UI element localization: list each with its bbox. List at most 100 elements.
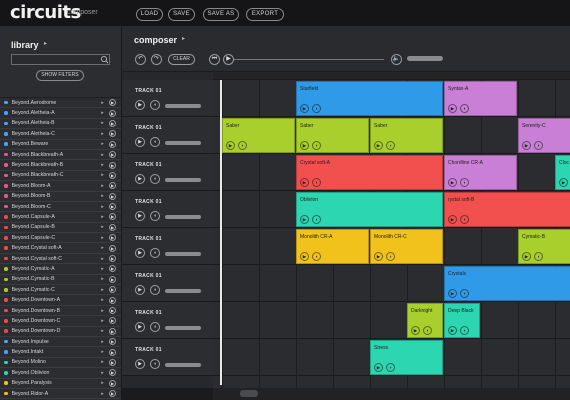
sequence-clip[interactable]: Crystals ▶ ◖ <box>444 266 570 301</box>
expand-icon[interactable]: ▸ <box>100 380 105 386</box>
timeline-ruler[interactable] <box>213 72 570 80</box>
expand-icon[interactable]: ▸ <box>100 224 105 230</box>
sequence-clip[interactable]: Saber ▶ ◖ <box>370 118 443 153</box>
sequence-clip[interactable]: Serenity-C ▶ ◖ <box>518 118 570 153</box>
play-icon[interactable]: ▶ <box>109 317 116 325</box>
clip-play-icon[interactable]: ▶ <box>448 104 457 113</box>
timeline-scrubber[interactable] <box>234 59 384 60</box>
play-icon[interactable]: ▶ <box>109 265 116 273</box>
clip-play-icon[interactable]: ▶ <box>522 252 531 261</box>
sequence-clip[interactable]: rystal soft-B ▶ ◖ <box>444 192 570 227</box>
expand-icon[interactable]: ▸ <box>100 318 105 324</box>
play-icon[interactable]: ▶ <box>109 286 116 294</box>
track-play-icon[interactable]: ▶ <box>135 359 145 369</box>
library-item[interactable]: Beyond.Bloom-A ▸ ▶ <box>0 181 121 192</box>
expand-icon[interactable]: ▸ <box>100 256 105 262</box>
sequence-clip[interactable]: Oblivion ▶ ◖ <box>296 192 443 227</box>
track-play-icon[interactable]: ▶ <box>135 174 145 184</box>
play-icon[interactable]: ▶ <box>109 275 116 283</box>
clip-play-icon[interactable]: ▶ <box>300 252 309 261</box>
horizontal-scrollbar[interactable] <box>213 388 570 400</box>
play-icon[interactable]: ▶ <box>109 307 116 314</box>
expand-icon[interactable]: ▸ <box>100 370 105 376</box>
library-item[interactable]: Beyond.Molino ▸ ▶ <box>0 358 121 369</box>
clip-volume-icon[interactable]: ◖ <box>460 326 469 335</box>
expand-icon[interactable]: ▸ <box>100 110 105 116</box>
clip-play-icon[interactable]: ▶ <box>448 289 457 298</box>
volume-icon[interactable]: 🔈 <box>391 54 402 65</box>
play-icon[interactable]: ▶ <box>109 223 116 231</box>
clip-play-icon[interactable]: ▶ <box>300 141 309 150</box>
master-volume-slider[interactable] <box>407 56 443 61</box>
expand-icon[interactable]: ▸ <box>100 183 105 189</box>
library-item[interactable]: Beyond.Aletheia-B ▸ ▶ <box>0 119 121 130</box>
library-item[interactable]: Beyond.Downtown-B ▸ ▶ <box>0 306 121 317</box>
redo-icon[interactable]: ↷ <box>151 54 162 65</box>
expand-icon[interactable]: ▸ <box>100 172 105 178</box>
clip-volume-icon[interactable]: ◖ <box>460 289 469 298</box>
clip-volume-icon[interactable]: ◖ <box>386 252 395 261</box>
play-icon[interactable]: ▶ <box>109 244 116 252</box>
library-item[interactable]: Beyond.Downtown-C ▸ ▶ <box>0 316 121 327</box>
play-icon[interactable]: ▶ <box>109 99 116 107</box>
library-item[interactable]: Beyond.Blackbreath-A ▸ ▶ <box>0 150 121 161</box>
expand-icon[interactable]: ▸ <box>100 141 105 147</box>
library-item[interactable]: Beyond.Blackbreath-B ▸ ▶ <box>0 160 121 171</box>
expand-icon[interactable]: ▸ <box>100 297 105 303</box>
sequence-clip[interactable]: Crystal soft-A ▶ ◖ <box>296 155 443 190</box>
expand-icon[interactable]: ▸ <box>100 308 105 314</box>
track-volume-icon[interactable]: ◖ <box>150 100 160 110</box>
clip-volume-icon[interactable]: ◖ <box>534 141 543 150</box>
clip-play-icon[interactable]: ▶ <box>300 104 309 113</box>
play-icon[interactable]: ▶ <box>109 348 116 356</box>
track-volume-slider[interactable] <box>165 289 201 293</box>
sequence-clip[interactable]: Chordline CR-A ▶ ◖ <box>444 155 517 190</box>
undo-icon[interactable]: ↶ <box>135 54 146 65</box>
library-item[interactable]: Beyond.Aletheia-A ▸ ▶ <box>0 108 121 119</box>
sequence-clip[interactable]: Deep Black ▶ ◖ <box>444 303 480 338</box>
expand-icon[interactable]: ▸ <box>100 266 105 272</box>
track-volume-slider[interactable] <box>165 215 201 219</box>
clip-play-icon[interactable]: ▶ <box>374 252 383 261</box>
library-item[interactable]: Beyond.Blackbreath-C ▸ ▶ <box>0 171 121 182</box>
track-play-icon[interactable]: ▶ <box>135 248 145 258</box>
sequence-clip[interactable]: Cymatic-B ▶ ◖ <box>518 229 570 264</box>
track-volume-icon[interactable]: ◖ <box>150 359 160 369</box>
library-item[interactable]: Beyond.Bloom-B ▸ ▶ <box>0 192 121 202</box>
rewind-icon[interactable]: ⏮ <box>209 54 220 65</box>
library-expand-icon[interactable]: ▸ <box>44 40 47 47</box>
expand-icon[interactable]: ▸ <box>100 287 105 293</box>
library-item[interactable]: Beyond.Impulse ▸ ▶ <box>0 337 121 348</box>
track-volume-icon[interactable]: ◖ <box>150 322 160 332</box>
play-icon[interactable]: ▶ <box>109 358 116 366</box>
play-icon[interactable]: ▶ <box>109 213 116 221</box>
sequence-clip[interactable]: Darknight ▶ ◖ <box>407 303 443 338</box>
sequence-clip[interactable]: Cloc▶◖ <box>555 155 570 190</box>
clip-play-icon[interactable]: ▶ <box>374 141 383 150</box>
expand-icon[interactable]: ▸ <box>100 328 105 334</box>
clip-play-icon[interactable]: ▶ <box>559 178 568 187</box>
library-item[interactable]: Beyond.Paralysis ▸ ▶ <box>0 379 121 389</box>
library-item[interactable]: Beyond.Cymatic-C ▸ ▶ <box>0 285 121 296</box>
clip-play-icon[interactable]: ▶ <box>448 178 457 187</box>
clear-button[interactable]: CLEAR <box>168 54 195 65</box>
library-item[interactable]: Beyond.Cymatic-A ▸ ▶ <box>0 264 121 275</box>
clip-play-icon[interactable]: ▶ <box>448 326 457 335</box>
track-play-icon[interactable]: ▶ <box>135 137 145 147</box>
library-item[interactable]: Beyond.Aerodrome ▸ ▶ <box>0 98 121 109</box>
clip-play-icon[interactable]: ▶ <box>522 141 531 150</box>
library-item[interactable]: Beyond.Capsule-B ▸ ▶ <box>0 223 121 234</box>
horizontal-scrollbar-thumb[interactable] <box>240 390 258 397</box>
expand-icon[interactable]: ▸ <box>100 131 105 137</box>
expand-icon[interactable]: ▸ <box>100 152 105 158</box>
clip-volume-icon[interactable]: ◖ <box>460 104 469 113</box>
play-icon[interactable]: ▶ <box>109 234 116 242</box>
sequence-clip[interactable]: Starfield ▶ ◖ <box>296 81 443 116</box>
clip-volume-icon[interactable]: ◖ <box>423 326 432 335</box>
library-item[interactable]: Beyond.Cymatic-B ▸ ▶ <box>0 275 121 286</box>
track-lane[interactable] <box>213 302 570 339</box>
sequence-clip[interactable]: Stress ▶ ◖ <box>370 340 443 375</box>
expand-icon[interactable]: ▸ <box>100 100 105 106</box>
play-icon[interactable]: ▶ <box>109 140 116 148</box>
library-item[interactable]: Beyond.Crystal soft-A ▸ ▶ <box>0 243 121 254</box>
